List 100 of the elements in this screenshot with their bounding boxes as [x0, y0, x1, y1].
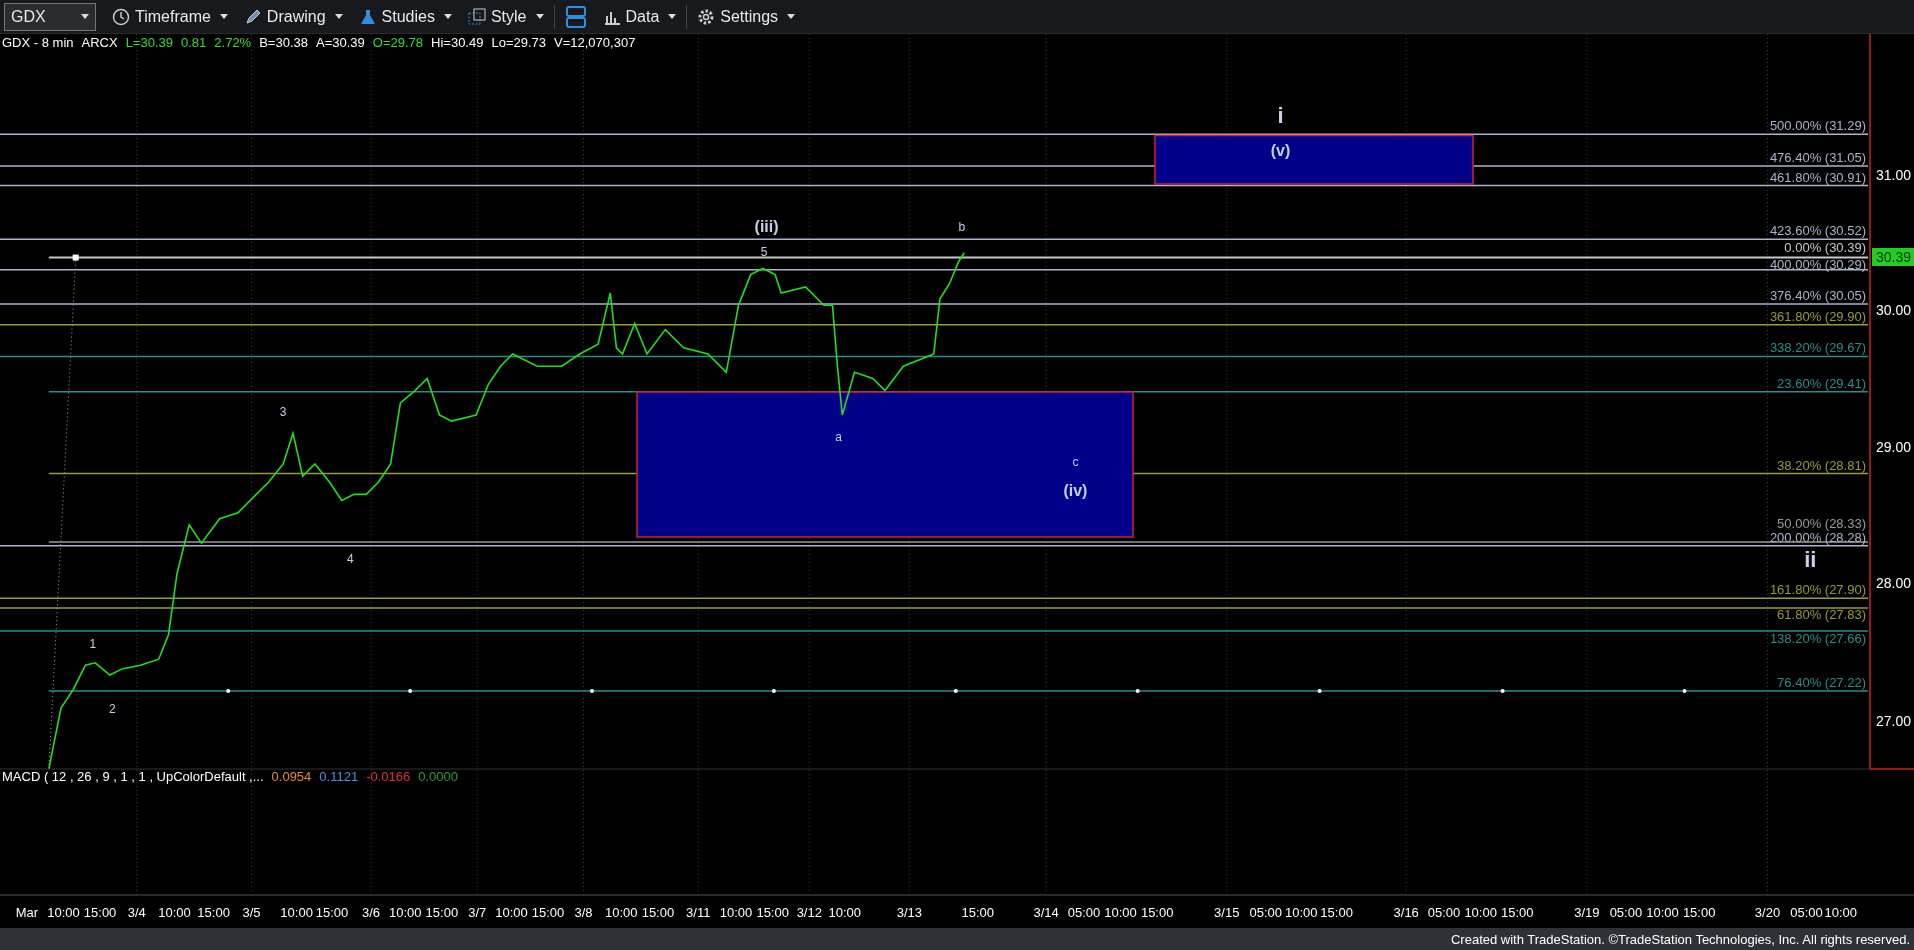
time-axis-label: 15:00	[756, 905, 789, 920]
fib-level-label: 138.20% (27.66)	[1769, 631, 1866, 647]
fib-level-label: 61.80% (27.83)	[1777, 606, 1866, 622]
quote-value: Lo=29.73	[491, 35, 547, 50]
wave-label: c	[1072, 455, 1079, 470]
caret-icon	[334, 14, 343, 19]
pencil-icon	[243, 7, 262, 26]
fib-level-label: 400.00% (30.29)	[1769, 256, 1866, 272]
wave-label: 2	[108, 702, 116, 716]
time-axis-label: 15:00	[315, 905, 349, 920]
quote-value: L=30.39	[125, 35, 173, 50]
time-axis-label: 3/8	[574, 905, 593, 920]
caret-icon	[535, 14, 544, 19]
time-axis-label: 15:00	[641, 905, 675, 920]
footer-text: Created with TradeStation. ©TradeStation Technologies, Inc. All rights reserved.	[1450, 931, 1910, 947]
time-axis-label: 3/11	[686, 905, 711, 920]
marker-dot	[771, 688, 776, 693]
quote-value: ARCX	[81, 35, 118, 50]
time-axis-label: 10:00	[1284, 905, 1318, 920]
marker-dot	[590, 688, 594, 693]
time-axis-label: 15:00	[1501, 905, 1534, 920]
fib-level-label: 161.80% (27.90)	[1769, 582, 1866, 598]
anchor-handle[interactable]	[72, 254, 79, 261]
time-axis-label: 15:00	[197, 905, 230, 920]
time-axis-label: 10:00	[719, 905, 753, 920]
fib-level-label: 0.00% (30.39)	[1784, 239, 1866, 255]
price-axis-label: 31.00	[1876, 166, 1912, 183]
time-axis-label: Mar	[15, 905, 39, 920]
fib-level-label: 423.60% (30.52)	[1769, 223, 1866, 239]
last-price-tag: 30.39	[1872, 248, 1914, 266]
macd-value: 0.0000	[418, 769, 458, 784]
time-axis-label: 10:00	[1104, 905, 1137, 920]
toolbar-menu[interactable]: Drawing	[237, 2, 349, 31]
time-axis-label: 3/6	[362, 905, 381, 920]
time-axis-label: 15:00	[1140, 905, 1174, 920]
time-axis-label: 05:00	[1067, 905, 1101, 920]
caret-icon	[787, 14, 796, 19]
time-axis-label: 15:00	[961, 905, 994, 920]
fib-level-label: 38.20% (28.81)	[1777, 457, 1866, 473]
fib-level-label: 461.80% (30.91)	[1769, 169, 1866, 185]
toolbar-menu[interactable]: Studies	[352, 2, 458, 31]
price-axis-label: 30.00	[1876, 302, 1912, 319]
quote-value: B=30.38	[259, 35, 308, 50]
fib-level-label: 23.60% (29.41)	[1777, 375, 1866, 391]
marker-dot	[1500, 688, 1505, 693]
time-axis-label: 15:00	[1682, 905, 1716, 920]
flask-icon	[358, 7, 377, 26]
wave-label: ii	[1804, 546, 1817, 572]
time-axis-label: 3/5	[242, 905, 261, 920]
quote-value: V=12,070,307	[554, 35, 636, 50]
macd-value: 0.0954	[271, 769, 312, 784]
marker-dot	[1135, 688, 1140, 693]
quote-value: GDX - 8 min	[2, 35, 74, 50]
squares-icon	[467, 7, 486, 26]
time-axis-label: 05:00	[1790, 905, 1823, 920]
wave-label: 3	[279, 405, 287, 420]
marker-dot	[953, 688, 958, 693]
quote-value: 0.81	[181, 35, 207, 50]
wave-label: 5	[760, 245, 768, 260]
quote-value: 2.72%	[214, 35, 252, 50]
toolbar-menu[interactable]: Style	[461, 2, 550, 31]
time-axis-label: 3/16	[1393, 905, 1419, 920]
time-axis-label: 3/14	[1033, 905, 1059, 920]
time-axis-label: 10:00	[1646, 905, 1679, 920]
marker-dot	[226, 688, 231, 693]
fib-level-label: 361.80% (29.90)	[1769, 308, 1866, 324]
time-axis-label: 15:00	[531, 905, 565, 920]
toolbar-menu[interactable]: Data	[596, 2, 683, 31]
time-axis-label: 3/13	[896, 905, 923, 920]
marker-dot	[1682, 688, 1687, 693]
toolbar-menu[interactable]: Settings	[691, 2, 802, 31]
wave-label: b	[958, 219, 966, 234]
fib-level-label: 76.40% (27.22)	[1777, 674, 1866, 690]
time-axis-label: 3/19	[1574, 905, 1600, 920]
wave-label: i	[1277, 103, 1284, 129]
time-axis-label: 3/15	[1214, 905, 1240, 920]
wave-label: (v)	[1270, 142, 1291, 160]
caret-icon	[219, 14, 228, 19]
caret-icon	[443, 14, 452, 19]
marker-dot	[408, 688, 413, 693]
quote-value: O=29.78	[372, 35, 424, 50]
caret-icon	[81, 14, 89, 19]
caret-icon	[668, 14, 677, 19]
time-axis-label: 15:00	[425, 905, 459, 920]
fib-level-label: 476.40% (31.05)	[1769, 150, 1866, 165]
time-axis-label: 15:00	[1320, 905, 1353, 920]
symbol-dropdown[interactable]: GDX	[4, 2, 96, 31]
time-axis-label: 10:00	[280, 905, 313, 920]
price-axis-label: 27.00	[1876, 713, 1912, 730]
price-axis-label: 29.00	[1876, 438, 1912, 455]
time-axis-label: 15:00	[83, 905, 117, 920]
fib-level-label: 50.00% (28.33)	[1777, 515, 1866, 531]
time-axis-label: 10:00	[495, 905, 528, 920]
toolbar-menu[interactable]: Timeframe	[106, 2, 234, 31]
time-axis-label: 10:00	[1824, 905, 1858, 920]
time-axis-label: 10:00	[158, 905, 191, 920]
macd-value: -0.0166	[366, 769, 411, 784]
wave-label: 4	[347, 551, 354, 566]
time-axis-label: 05:00	[1609, 905, 1643, 920]
time-axis-label: 3/7	[468, 905, 487, 920]
